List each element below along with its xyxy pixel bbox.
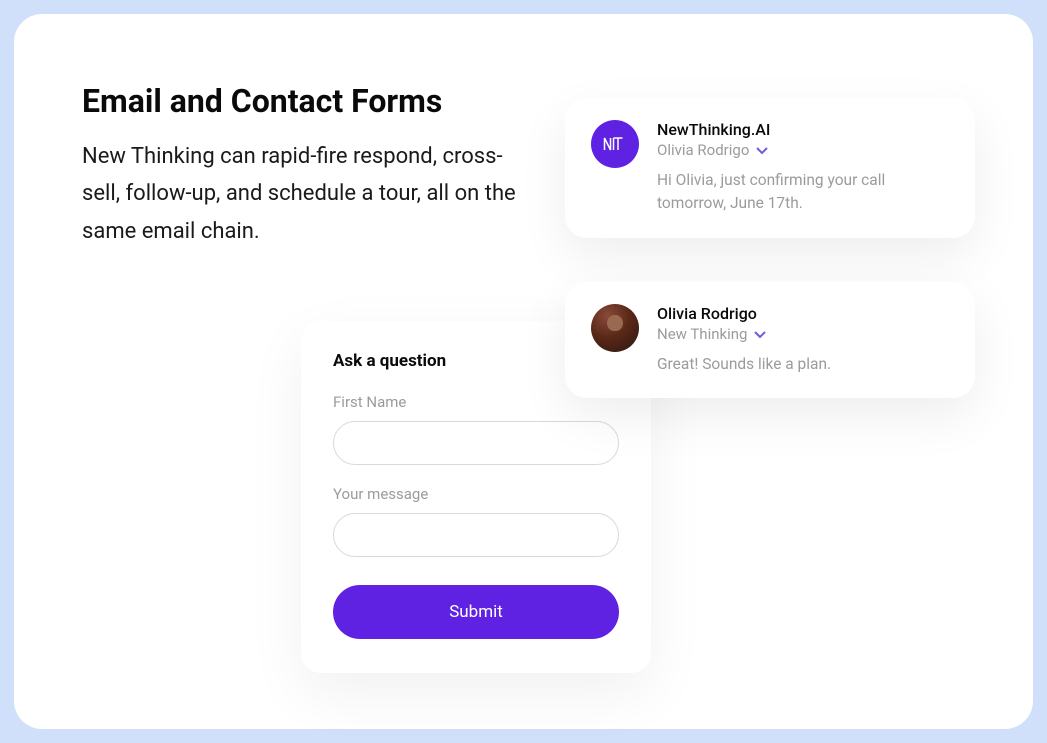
page-description: New Thinking can rapid-fire respond, cro… — [82, 138, 522, 250]
message-label: Your message — [333, 485, 619, 503]
message-body: NewThinking.AI Olivia Rodrigo Hi Olivia,… — [657, 120, 949, 216]
recipient-dropdown[interactable]: Olivia Rodrigo — [657, 141, 949, 159]
sender-name: Olivia Rodrigo — [657, 304, 949, 323]
message-text: Great! Sounds like a plan. — [657, 353, 949, 376]
ai-avatar-icon — [591, 120, 639, 168]
person-avatar — [591, 304, 639, 352]
submit-button[interactable]: Submit — [333, 585, 619, 639]
content-panel: Email and Contact Forms New Thinking can… — [14, 14, 1033, 729]
sender-name: NewThinking.AI — [657, 120, 949, 139]
first-name-input[interactable] — [333, 421, 619, 465]
recipient-name: New Thinking — [657, 325, 747, 343]
recipient-dropdown[interactable]: New Thinking — [657, 325, 949, 343]
message-text: Hi Olivia, just confirming your call tom… — [657, 169, 949, 216]
email-message-card: Olivia Rodrigo New Thinking Great! Sound… — [565, 282, 975, 398]
first-name-label: First Name — [333, 393, 619, 411]
message-body: Olivia Rodrigo New Thinking Great! Sound… — [657, 304, 949, 376]
recipient-name: Olivia Rodrigo — [657, 141, 749, 159]
email-message-card: NewThinking.AI Olivia Rodrigo Hi Olivia,… — [565, 98, 975, 238]
message-input[interactable] — [333, 513, 619, 557]
chevron-down-icon — [755, 141, 769, 159]
chevron-down-icon — [753, 325, 767, 343]
